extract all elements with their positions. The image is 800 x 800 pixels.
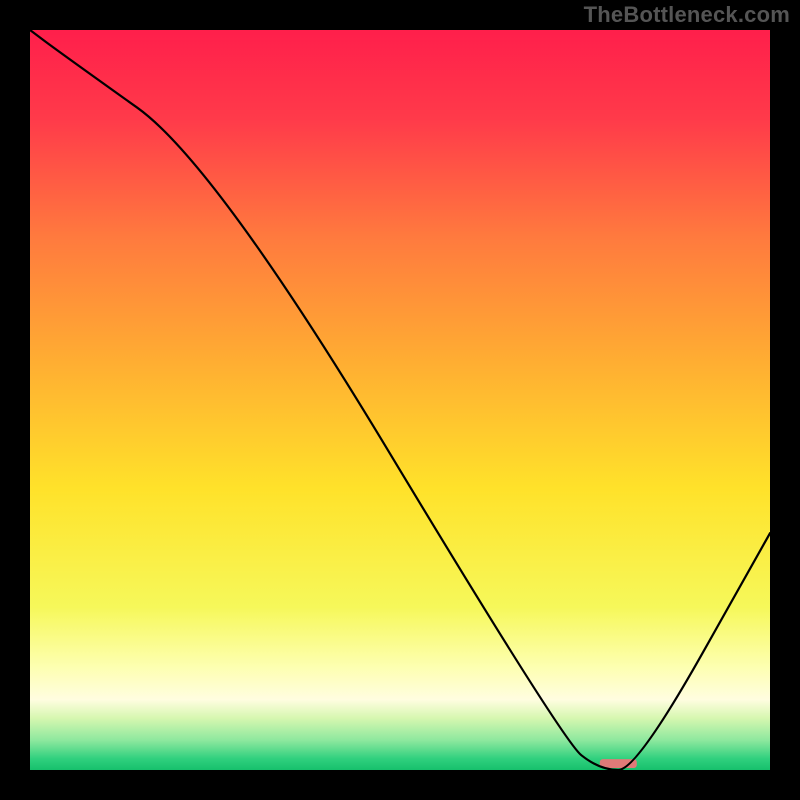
plot-area — [30, 30, 770, 770]
gradient-backdrop — [30, 30, 770, 770]
chart-svg — [30, 30, 770, 770]
watermark-label: TheBottleneck.com — [584, 2, 790, 28]
chart-frame: TheBottleneck.com — [0, 0, 800, 800]
optimal-marker — [600, 759, 637, 768]
